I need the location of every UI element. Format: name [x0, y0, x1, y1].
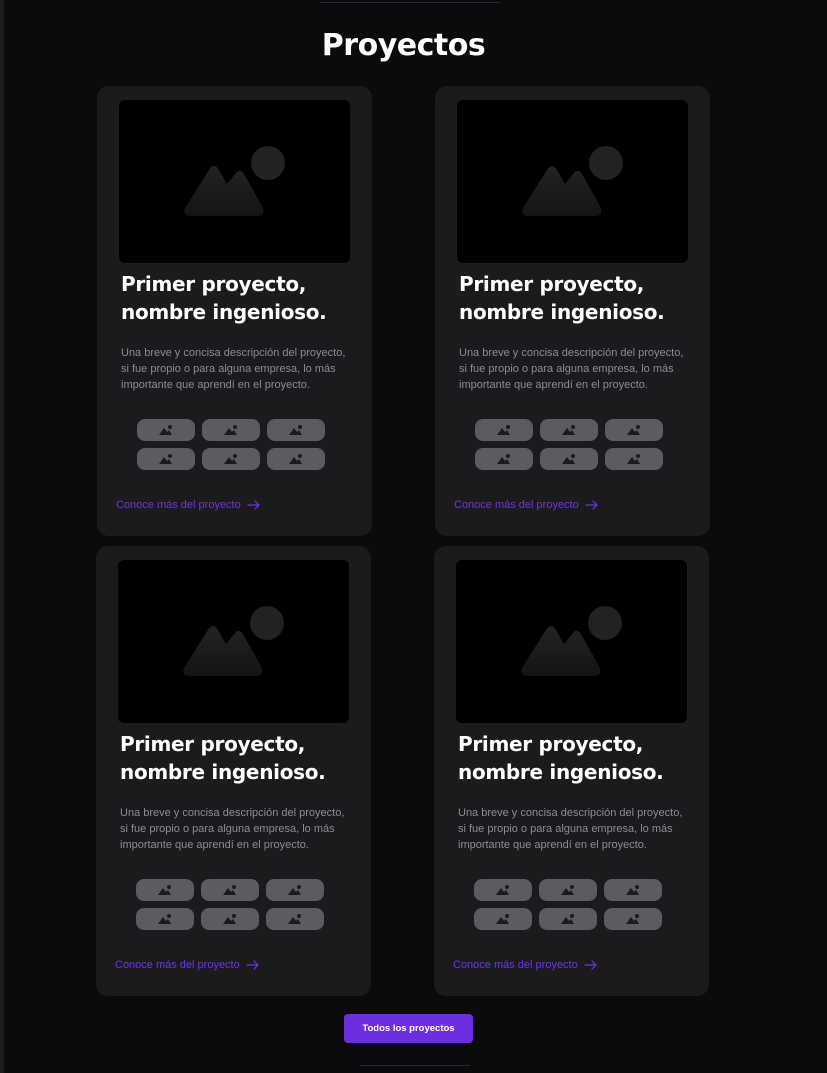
- tech-chip: [267, 419, 325, 441]
- tech-chip: [137, 448, 195, 470]
- project-description: Una breve y concisa descripción del proy…: [121, 345, 361, 393]
- tech-chip: [604, 879, 662, 901]
- project-description-line: si fue propio o para alguna empresa, lo …: [458, 823, 673, 835]
- tech-chip: [605, 419, 663, 441]
- bottom-divider: [360, 1065, 470, 1066]
- project-image: [118, 560, 349, 723]
- project-description-line: si fue propio o para alguna empresa, lo …: [121, 363, 336, 375]
- project-title: Primer proyecto, nombre ingenioso.: [459, 270, 699, 326]
- project-description-line: Una breve y concisa descripción del proy…: [121, 347, 346, 359]
- all-projects-button[interactable]: Todos los proyectos: [344, 1014, 473, 1043]
- project-title-line: Primer proyecto,: [120, 732, 306, 756]
- project-title-line: nombre ingenioso.: [120, 760, 326, 784]
- project-title-line: Primer proyecto,: [459, 272, 645, 296]
- project-link-label: Conoce más del proyecto: [453, 959, 578, 971]
- tech-chip: [266, 908, 324, 930]
- project-card: Primer proyecto, nombre ingenioso. Una bre…: [434, 546, 709, 996]
- project-details-link[interactable]: Conoce más del proyecto: [115, 959, 260, 971]
- tech-chip: [475, 448, 533, 470]
- tech-chip: [539, 908, 597, 930]
- project-description-line: Una breve y concisa descripción del proy…: [458, 807, 683, 819]
- tech-chip: [539, 879, 597, 901]
- tech-chip: [202, 419, 260, 441]
- project-description-line: si fue propio o para alguna empresa, lo …: [120, 823, 335, 835]
- project-details-link[interactable]: Conoce más del proyecto: [453, 959, 598, 971]
- tech-chip: [267, 448, 325, 470]
- arrow-right-icon: [247, 500, 261, 510]
- project-image: [457, 100, 688, 263]
- tech-chip: [604, 908, 662, 930]
- project-details-link[interactable]: Conoce más del proyecto: [454, 499, 599, 511]
- project-description-line: Una breve y concisa descripción del proy…: [459, 347, 684, 359]
- project-card: Primer proyecto, nombre ingenioso. Una bre…: [97, 86, 372, 536]
- project-description-line: Una breve y concisa descripción del proy…: [120, 807, 345, 819]
- project-link-label: Conoce más del proyecto: [115, 959, 240, 971]
- project-title: Primer proyecto, nombre ingenioso.: [121, 270, 361, 326]
- project-description-line: importante que aprendí en el proyecto.: [458, 839, 647, 851]
- project-card: Primer proyecto, nombre ingenioso. Una bre…: [96, 546, 371, 996]
- tech-chip: [202, 448, 260, 470]
- project-description-line: importante que aprendí en el proyecto.: [120, 839, 309, 851]
- tech-chip: [266, 879, 324, 901]
- project-title-line: nombre ingenioso.: [459, 300, 665, 324]
- project-title-line: nombre ingenioso.: [121, 300, 327, 324]
- top-divider: [320, 2, 500, 3]
- project-title-line: nombre ingenioso.: [458, 760, 664, 784]
- tech-chip: [136, 879, 194, 901]
- project-description: Una breve y concisa descripción del proy…: [458, 805, 698, 853]
- tech-chip: [540, 448, 598, 470]
- arrow-right-icon: [584, 960, 598, 970]
- tech-chip: [474, 879, 532, 901]
- project-image: [456, 560, 687, 723]
- project-card: Primer proyecto, nombre ingenioso. Una bre…: [435, 86, 710, 536]
- project-title: Primer proyecto, nombre ingenioso.: [458, 730, 698, 786]
- project-title: Primer proyecto, nombre ingenioso.: [120, 730, 360, 786]
- project-description-line: si fue propio o para alguna empresa, lo …: [459, 363, 674, 375]
- page-title: Proyectos: [321, 28, 486, 63]
- project-description: Una breve y concisa descripción del proy…: [459, 345, 699, 393]
- tech-chip: [201, 908, 259, 930]
- left-edge-border: [0, 0, 4, 1073]
- project-link-label: Conoce más del proyecto: [116, 499, 241, 511]
- arrow-right-icon: [585, 500, 599, 510]
- tech-chip: [201, 879, 259, 901]
- project-details-link[interactable]: Conoce más del proyecto: [116, 499, 261, 511]
- project-description-line: importante que aprendí en el proyecto.: [459, 379, 648, 391]
- project-description: Una breve y concisa descripción del proy…: [120, 805, 360, 853]
- tech-chip: [474, 908, 532, 930]
- tech-chip: [540, 419, 598, 441]
- tech-chip: [137, 419, 195, 441]
- arrow-right-icon: [246, 960, 260, 970]
- project-title-line: Primer proyecto,: [458, 732, 644, 756]
- project-title-line: Primer proyecto,: [121, 272, 307, 296]
- tech-chip: [136, 908, 194, 930]
- project-description-line: importante que aprendí en el proyecto.: [121, 379, 310, 391]
- tech-chip: [605, 448, 663, 470]
- project-link-label: Conoce más del proyecto: [454, 499, 579, 511]
- project-image: [119, 100, 350, 263]
- tech-chip: [475, 419, 533, 441]
